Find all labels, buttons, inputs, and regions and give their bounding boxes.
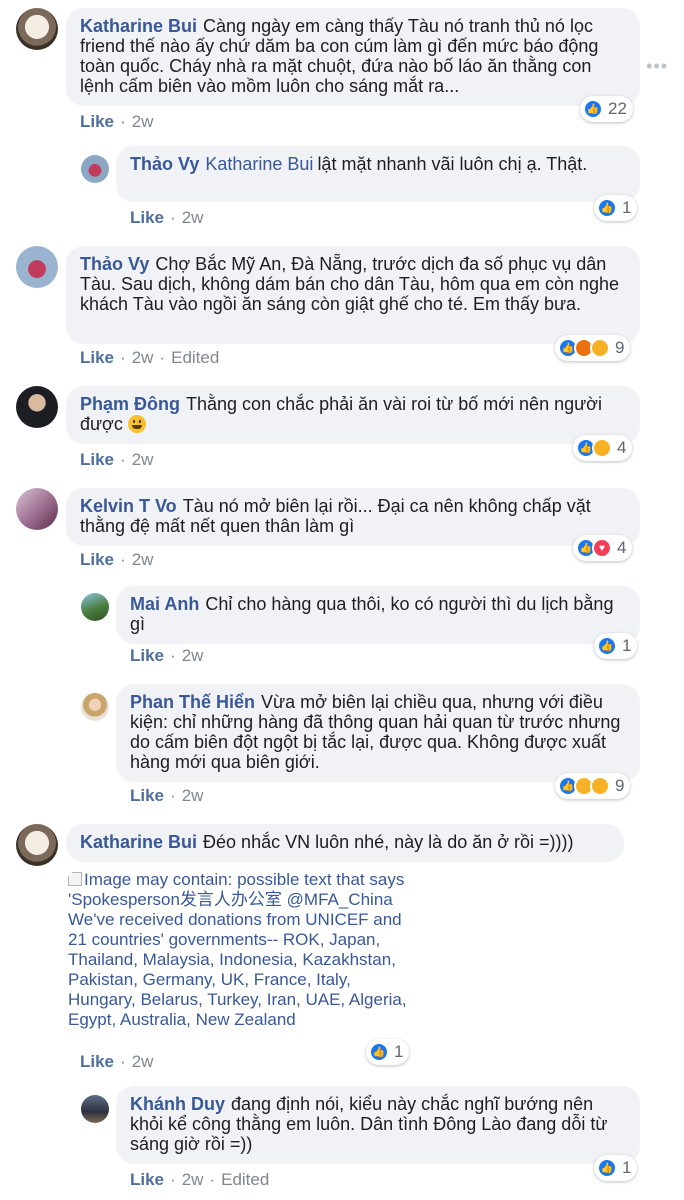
comment-bubble: Mai Anh Chỉ cho hàng qua thôi, ko có ngườ… [116, 586, 640, 644]
comment-time[interactable]: 2w [132, 450, 154, 469]
comment-time[interactable]: 2w [182, 208, 204, 227]
mention-link[interactable]: Katharine Bui [205, 154, 313, 174]
comment-time[interactable]: 2w [132, 348, 154, 367]
like-button[interactable]: Like [130, 1170, 164, 1189]
smile-emoji-icon [127, 415, 146, 433]
reaction-count: 1 [394, 1042, 404, 1061]
comment-author[interactable]: Katharine Bui [80, 16, 197, 36]
comment-time[interactable]: 2w [182, 646, 204, 665]
like-button[interactable]: Like [80, 1052, 114, 1071]
avatar[interactable] [16, 488, 58, 530]
comment-bubble: Katharine Bui Đéo nhắc VN luôn nhé, này l… [66, 824, 624, 862]
comment-actions: Like · 2w [130, 646, 204, 665]
reaction-count: 1 [622, 198, 632, 217]
comment-bubble: Thảo Vy Katharine Bui lật mặt nhanh vãi lu… [116, 146, 640, 202]
like-button[interactable]: Like [80, 112, 114, 131]
comment-time[interactable]: 2w [132, 550, 154, 569]
comment-actions: Like · 2w [80, 450, 154, 469]
reaction-summary[interactable]: 👍 9 [555, 773, 631, 799]
sad-reaction-icon [590, 776, 610, 796]
avatar[interactable] [16, 246, 58, 288]
reaction-summary[interactable]: 👍 9 [555, 335, 631, 361]
comment-bubble: Khánh Duy đang định nói, kiểu này chắc ng… [116, 1086, 640, 1164]
edited-label[interactable]: Edited [171, 348, 219, 367]
comment-time[interactable]: 2w [132, 1052, 154, 1071]
reaction-summary[interactable]: 👍 ♥ 4 [573, 535, 633, 561]
like-reaction-icon: 👍 [597, 636, 617, 656]
comment-bubble: Phạm Đông Thằng con chắc phải ăn vài roi … [66, 386, 640, 444]
like-button[interactable]: Like [130, 646, 164, 665]
reaction-summary[interactable]: 👍 1 [594, 633, 638, 659]
attached-image[interactable]: Image may contain: possible text that sa… [66, 870, 412, 1042]
reaction-count: 1 [622, 636, 632, 655]
comment-text: Chỉ cho hàng qua thôi, ko có người thì d… [130, 594, 619, 634]
comment-author[interactable]: Kelvin T Vo [80, 496, 177, 516]
reaction-summary[interactable]: 👍 22 [580, 96, 633, 122]
avatar[interactable] [81, 693, 109, 721]
comment-author[interactable]: Thảo Vy [80, 254, 149, 274]
comment-time[interactable]: 2w [132, 112, 154, 131]
comment-text: Chợ Bắc Mỹ An, Đà Nẵng, trước dịch đa số… [80, 254, 625, 314]
comment-bubble: Katharine Bui Càng ngày em càng thấy Tàu … [66, 8, 640, 106]
comment-author[interactable]: Katharine Bui [80, 832, 197, 852]
like-reaction-icon: 👍 [597, 1158, 617, 1178]
avatar[interactable] [16, 824, 58, 866]
comment-author[interactable]: Mai Anh [130, 594, 199, 614]
like-button[interactable]: Like [80, 550, 114, 569]
comment-author[interactable]: Khánh Duy [130, 1094, 225, 1114]
reaction-count: 9 [615, 776, 625, 795]
comment-bubble: Kelvin T Vo Tàu nó mở biên lại rồi... Đại… [66, 488, 640, 546]
comment-author[interactable]: Phan Thế Hiển [130, 692, 255, 712]
comment-author[interactable]: Thảo Vy [130, 154, 199, 174]
image-alt-text: Image may contain: possible text that sa… [68, 870, 407, 1029]
comment-time[interactable]: 2w [182, 786, 204, 805]
reaction-count: 4 [617, 438, 627, 457]
comment-actions: Like · 2w [130, 208, 204, 227]
like-reaction-icon: 👍 [597, 198, 617, 218]
like-button[interactable]: Like [130, 208, 164, 227]
like-button[interactable]: Like [130, 786, 164, 805]
reaction-summary[interactable]: 👍 1 [366, 1039, 410, 1065]
sad-reaction-icon [590, 338, 610, 358]
broken-image-icon [68, 872, 82, 886]
reaction-count: 22 [608, 99, 627, 118]
comment-actions: Like · 2w [80, 112, 154, 131]
comment-actions: Like · 2w · Edited [80, 348, 220, 367]
like-reaction-icon: 👍 [369, 1042, 389, 1062]
comment-time[interactable]: 2w [182, 1170, 204, 1189]
comment-actions: Like · 2w [130, 786, 204, 805]
reaction-count: 1 [622, 1158, 632, 1177]
comment-actions: Like · 2w [80, 550, 154, 569]
avatar[interactable] [16, 386, 58, 428]
like-button[interactable]: Like [80, 450, 114, 469]
comment-actions: Like · 2w [80, 1052, 154, 1071]
comment-bubble: Phan Thế Hiển Vừa mở biên lại chiều qua, … [116, 684, 640, 782]
reaction-count: 9 [615, 338, 625, 357]
avatar[interactable] [81, 593, 109, 621]
like-reaction-icon: 👍 [583, 99, 603, 119]
reaction-summary[interactable]: 👍 1 [594, 195, 638, 221]
more-dots-icon[interactable]: ••• [646, 56, 668, 77]
haha-reaction-icon [592, 438, 612, 458]
avatar[interactable] [16, 8, 58, 50]
comment-text: Đéo nhắc VN luôn nhé, này là do ăn ở rồi… [203, 832, 574, 852]
comment-bubble: Thảo Vy Chợ Bắc Mỹ An, Đà Nẵng, trước dịc… [66, 246, 640, 344]
comment-text: lật mặt nhanh vãi luôn chị ạ. Thật. [317, 154, 588, 174]
edited-label[interactable]: Edited [221, 1170, 269, 1189]
avatar[interactable] [81, 155, 109, 183]
like-button[interactable]: Like [80, 348, 114, 367]
avatar[interactable] [81, 1095, 109, 1123]
love-reaction-icon: ♥ [592, 538, 612, 558]
reaction-summary[interactable]: 👍 1 [594, 1155, 638, 1181]
comment-actions: Like · 2w · Edited [130, 1170, 270, 1189]
comment-author[interactable]: Phạm Đông [80, 394, 180, 414]
reaction-count: 4 [617, 538, 627, 557]
reaction-summary[interactable]: 👍 4 [573, 435, 633, 461]
